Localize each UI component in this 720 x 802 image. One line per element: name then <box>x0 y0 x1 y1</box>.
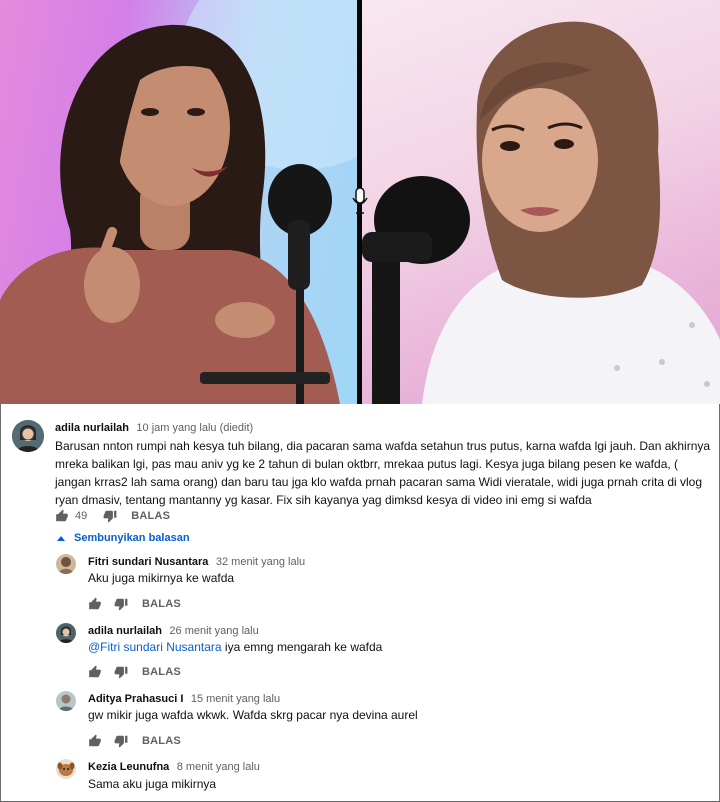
chevron-up-icon <box>57 535 65 541</box>
avatar-image <box>12 420 44 452</box>
thumbs-down-icon[interactable] <box>114 665 128 679</box>
reply-button[interactable]: BALAS <box>142 598 181 610</box>
reply-author[interactable]: Fitri sundari Nusantara <box>88 556 208 568</box>
reply-author[interactable]: Aditya Prahasuci I <box>88 693 183 705</box>
video-frame[interactable] <box>0 0 720 404</box>
right-speaker-illustration <box>362 21 720 404</box>
reply-header: Fitri sundari Nusantara 32 menit yang la… <box>88 554 305 569</box>
thumbs-down-icon[interactable] <box>114 734 128 748</box>
left-speaker-illustration <box>0 0 357 404</box>
reply-header: Aditya Prahasuci I 15 menit yang lalu <box>88 691 280 706</box>
reply-text: Sama aku juga mikirnya <box>88 775 216 793</box>
thumbs-down-icon[interactable] <box>114 597 128 611</box>
thumbs-up-icon[interactable] <box>88 665 102 679</box>
avatar[interactable] <box>12 420 44 452</box>
avatar-image <box>56 759 76 779</box>
avatar-image <box>56 691 76 711</box>
comment-header: adila nurlailah 10 jam yang lalu (diedit… <box>55 420 253 435</box>
reply-button[interactable]: BALAS <box>142 735 181 747</box>
reply-text-body: gw mikir juga wafda wkwk. Wafda skrg pac… <box>88 708 418 722</box>
reply-header: Kezia Leunufna 8 menit yang lalu <box>88 759 260 774</box>
avatar-image <box>56 554 76 574</box>
thumbs-up-icon[interactable] <box>88 597 102 611</box>
avatar[interactable] <box>56 691 76 711</box>
reply-author[interactable]: Kezia Leunufna <box>88 761 169 773</box>
reply-time[interactable]: 15 menit yang lalu <box>191 693 280 705</box>
reply-text: gw mikir juga wafda wkwk. Wafda skrg pac… <box>88 706 418 724</box>
video-right-panel <box>362 0 720 404</box>
video-left-panel <box>0 0 357 404</box>
avatar[interactable] <box>56 623 76 643</box>
reply-time[interactable]: 26 menit yang lalu <box>169 625 258 637</box>
hide-replies-label: Sembunyikan balasan <box>74 532 190 544</box>
reply-text: Aku juga mikirnya ke wafda <box>88 569 234 587</box>
reply-button[interactable]: BALAS <box>142 666 181 678</box>
comment-author[interactable]: adila nurlailah <box>55 422 129 434</box>
thumbs-up-icon[interactable] <box>88 734 102 748</box>
microphone-icon <box>352 187 368 214</box>
hide-replies-toggle[interactable]: Sembunyikan balasan <box>57 532 190 544</box>
mention-link[interactable]: @Fitri sundari Nusantara <box>88 640 222 654</box>
reply-author[interactable]: adila nurlailah <box>88 625 162 637</box>
reply-actions: BALAS <box>88 596 181 612</box>
thumbs-down-icon[interactable] <box>103 509 117 523</box>
avatar-image <box>56 623 76 643</box>
avatar[interactable] <box>56 759 76 779</box>
reply-actions: BALAS <box>88 664 181 680</box>
reply-actions: BALAS <box>88 733 181 749</box>
reply-text: @Fitri sundari Nusantara iya emng mengar… <box>88 638 382 656</box>
comment-time[interactable]: 10 jam yang lalu (diedit) <box>136 422 253 434</box>
comment-section: adila nurlailah 10 jam yang lalu (diedit… <box>0 404 720 802</box>
avatar[interactable] <box>56 554 76 574</box>
reply-button[interactable]: BALAS <box>131 510 170 522</box>
thumbs-up-icon[interactable] <box>55 509 69 523</box>
comment-actions: 49 BALAS <box>55 508 170 524</box>
reply-text-body: iya emng mengarah ke wafda <box>221 640 383 654</box>
reply-header: adila nurlailah 26 menit yang lalu <box>88 623 259 638</box>
reply-time[interactable]: 8 menit yang lalu <box>177 761 260 773</box>
reply-text-body: Sama aku juga mikirnya <box>88 777 217 791</box>
reply-time[interactable]: 32 menit yang lalu <box>216 556 305 568</box>
like-count: 49 <box>75 510 88 522</box>
comment-text: Barusan nnton rumpi nah kesya tuh bilang… <box>55 439 711 507</box>
reply-text-body: Aku juga mikirnya ke wafda <box>88 571 235 585</box>
